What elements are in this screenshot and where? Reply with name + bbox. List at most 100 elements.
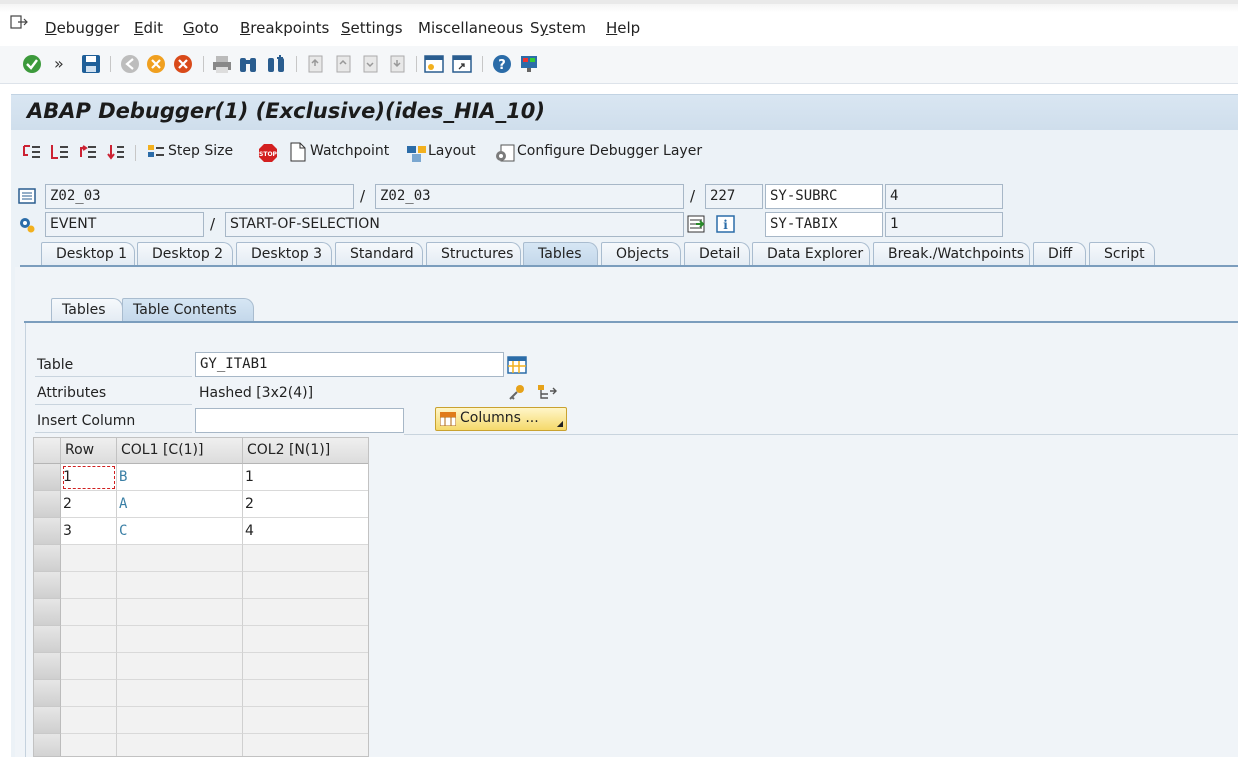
return-icon[interactable] [78, 143, 98, 165]
empty-table-row[interactable] [34, 653, 368, 680]
row-selector[interactable] [34, 545, 61, 572]
empty-table-row[interactable] [34, 626, 368, 653]
empty-cell[interactable] [117, 626, 243, 653]
help-icon[interactable]: ? [492, 54, 512, 74]
step-size-icon[interactable] [146, 143, 166, 165]
table-view-icon[interactable] [507, 356, 527, 378]
row-selector[interactable] [34, 653, 61, 680]
empty-cell[interactable] [117, 599, 243, 626]
menu-icon[interactable] [10, 15, 28, 29]
col2-cell[interactable]: 1 [243, 464, 368, 491]
empty-cell[interactable] [117, 653, 243, 680]
empty-cell[interactable] [117, 734, 243, 756]
empty-cell[interactable] [243, 707, 368, 734]
line-number-field[interactable]: 227 [705, 184, 763, 209]
table-name-input[interactable]: GY_ITAB1 [195, 352, 504, 377]
table-row[interactable]: 1 B 1 [34, 464, 368, 491]
empty-cell[interactable] [61, 545, 117, 572]
sy-field-name-1[interactable]: SY-SUBRC [765, 184, 883, 209]
tab-script[interactable]: Script [1089, 242, 1155, 266]
columns-button[interactable]: Columns ... ◢ [435, 407, 567, 431]
empty-cell[interactable] [61, 653, 117, 680]
menu-system[interactable]: System [530, 19, 586, 37]
program-field[interactable]: Z02_03 [45, 184, 354, 209]
find-icon[interactable] [238, 54, 258, 74]
hierarchy-icon[interactable] [536, 383, 558, 407]
tab-detail[interactable]: Detail [684, 242, 750, 266]
row-selector[interactable] [34, 518, 61, 545]
configure-debugger-layer-button[interactable]: Configure Debugger Layer [517, 143, 702, 159]
col1-cell[interactable]: B [117, 464, 243, 491]
row-selector[interactable] [34, 464, 61, 491]
continue-icon[interactable] [106, 143, 126, 165]
stop-icon[interactable]: STOP [258, 143, 278, 167]
first-page-icon[interactable] [305, 54, 325, 74]
table-row[interactable]: 3 C 4 [34, 518, 368, 545]
col2-cell[interactable]: 2 [243, 491, 368, 518]
step-over-icon[interactable] [50, 143, 70, 165]
tab-diff[interactable]: Diff [1033, 242, 1086, 266]
menu-breakpoints[interactable]: Breakpoints [240, 19, 329, 37]
menu-miscellaneous[interactable]: Miscellaneous [418, 19, 523, 37]
tab-desktop-2[interactable]: Desktop 2 [137, 242, 233, 266]
column-header-col2[interactable]: COL2 [N(1)] [243, 438, 368, 464]
include-field[interactable]: Z02_03 [375, 184, 684, 209]
empty-table-row[interactable] [34, 680, 368, 707]
empty-cell[interactable] [243, 599, 368, 626]
empty-cell[interactable] [61, 572, 117, 599]
empty-table-row[interactable] [34, 572, 368, 599]
exit-icon[interactable] [146, 54, 166, 74]
tab-structures[interactable]: Structures [426, 242, 521, 266]
tab-tables[interactable]: Tables [523, 242, 598, 266]
row-number-cell[interactable]: 3 [61, 518, 117, 545]
layout-icon[interactable] [406, 143, 428, 167]
check-icon[interactable] [22, 54, 42, 74]
empty-cell[interactable] [243, 734, 368, 756]
event-name-field[interactable]: START-OF-SELECTION [225, 212, 684, 237]
menu-edit[interactable]: Edit [134, 19, 163, 37]
empty-cell[interactable] [243, 680, 368, 707]
watchpoint-button[interactable]: Watchpoint [310, 143, 389, 159]
row-number-cell[interactable]: 1 [61, 464, 117, 491]
table-row[interactable]: 2 A 2 [34, 491, 368, 518]
column-header-col1[interactable]: COL1 [C(1)] [117, 438, 243, 464]
col2-cell[interactable]: 4 [243, 518, 368, 545]
empty-table-row[interactable] [34, 545, 368, 572]
info-icon[interactable]: i [716, 215, 736, 237]
more-icon[interactable]: » [54, 54, 74, 74]
print-icon[interactable] [212, 54, 232, 74]
prev-page-icon[interactable] [333, 54, 353, 74]
tab-objects[interactable]: Objects [601, 242, 681, 266]
key-icon[interactable] [507, 383, 527, 407]
sy-field-value-1[interactable]: 4 [885, 184, 1003, 209]
empty-cell[interactable] [243, 572, 368, 599]
customize-layout-icon[interactable] [519, 54, 539, 74]
empty-cell[interactable] [243, 545, 368, 572]
empty-table-row[interactable] [34, 707, 368, 734]
row-selector[interactable] [34, 572, 61, 599]
step-into-icon[interactable] [22, 143, 42, 165]
save-icon[interactable] [81, 54, 101, 74]
new-session-icon[interactable] [424, 54, 444, 74]
empty-table-row[interactable] [34, 599, 368, 626]
menu-help[interactable]: Help [606, 19, 640, 37]
row-selector[interactable] [34, 491, 61, 518]
menu-debugger[interactable]: Debugger [45, 19, 119, 37]
col1-cell[interactable]: A [117, 491, 243, 518]
tab-desktop-1[interactable]: Desktop 1 [41, 242, 135, 266]
column-header-row[interactable]: Row [61, 438, 117, 464]
sy-field-value-2[interactable]: 1 [885, 212, 1003, 237]
configure-layer-icon[interactable] [495, 143, 515, 167]
menu-goto[interactable]: Goto [183, 19, 219, 37]
empty-cell[interactable] [61, 626, 117, 653]
layout-button[interactable]: Layout [428, 143, 476, 159]
cancel-icon[interactable] [173, 54, 193, 74]
grid-select-all[interactable] [34, 438, 61, 464]
tab-desktop-3[interactable]: Desktop 3 [236, 242, 332, 266]
watchpoint-icon[interactable] [290, 142, 306, 166]
row-selector[interactable] [34, 680, 61, 707]
find-next-icon[interactable] [266, 54, 286, 74]
row-selector[interactable] [34, 707, 61, 734]
row-selector[interactable] [34, 599, 61, 626]
subtab-tables[interactable]: Tables [51, 298, 123, 322]
